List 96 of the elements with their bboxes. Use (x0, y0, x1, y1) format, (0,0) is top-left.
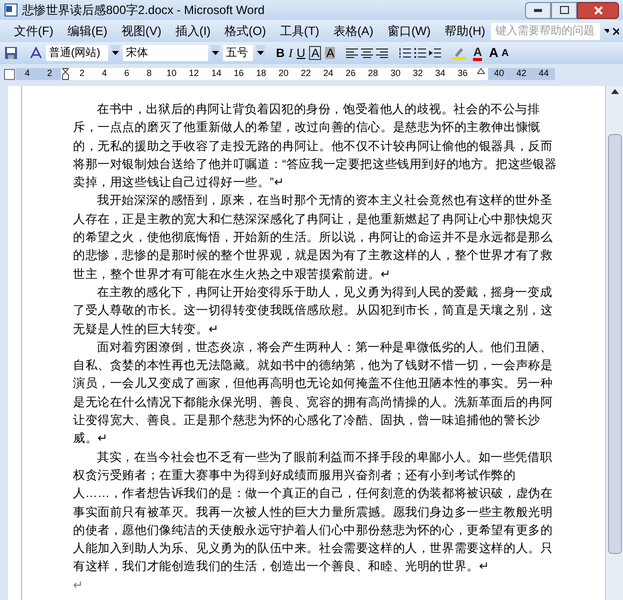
ruler-number: 8 (146, 67, 152, 80)
ruler-number: 30 (390, 67, 400, 80)
indent-marker-icon[interactable] (62, 68, 70, 80)
text-line: 斥，一点点的磨灭了他重新做人的希望，改过向善的信心。是慈悲为怀的主教伸出慷慨 (73, 119, 540, 136)
ruler-number: 28 (368, 67, 378, 80)
text-line: 其实，在当今社会也不乏有一些为了眼前利益而不择手段的卑鄙小人。如一些凭借职 (96, 448, 552, 466)
style-dropdown[interactable]: 普通(网站) (46, 45, 108, 61)
maximize-icon (560, 6, 568, 14)
menu-item[interactable]: 表格(A) (327, 22, 380, 40)
save-icon[interactable] (4, 46, 18, 60)
underline-button[interactable]: U (296, 44, 306, 62)
text-line: 将那一对银制烛台送给了他并叮嘱道：“答应我一定要把这些钱用到好的地方。把这些银器 (73, 156, 557, 173)
ruler-number: 26 (346, 67, 356, 80)
menu-item[interactable]: 文件(F) (8, 22, 60, 40)
ruler-number: 4 (102, 67, 107, 80)
ruler-number: 12 (188, 67, 199, 80)
text-line: 我开始深深的感悟到，原来，在当时那个无情的资本主义社会竟然也有这样的世外圣 (96, 192, 552, 210)
menu-item[interactable]: 帮助(H) (438, 22, 492, 40)
character-border-button[interactable]: A (309, 46, 322, 60)
ruler-number: 22 (300, 67, 311, 80)
paragraph-mark: ↵ (73, 576, 84, 594)
text-line: 人能加入到助人为乐、见义勇为的队伍中来。社会需要这样的人，世界需要这样的人。只 (73, 540, 553, 558)
text-line: 卖掉，用这些钱让自己过得好一些。”↵ (73, 174, 284, 192)
font-color-button[interactable]: A (473, 46, 482, 60)
scroll-up-icon[interactable] (610, 89, 618, 94)
minimize-button[interactable] (525, 2, 551, 18)
tab-selector[interactable] (4, 68, 15, 80)
scroll-thumb[interactable] (608, 134, 622, 554)
menu-item[interactable]: 格式(O) (218, 22, 272, 40)
text-line: 自私、贪婪的本性再也无法隐藏。就如书中的德纳第，他为了钱财不惜一切，一会声称是 (73, 357, 553, 374)
shrink-font-button[interactable]: A (501, 46, 509, 60)
styles-icon[interactable] (29, 46, 43, 60)
text-line: 有这样，我们才能创造我们的生活，创造出一个善良、和睦、光明的世界。↵ (73, 558, 490, 576)
text-line: 是无论在什么情况下都能永保光明、善良、宽容的拥有高尚情操的人。洗新革面后的冉阿 (73, 394, 553, 411)
scrollbar[interactable] (605, 86, 623, 600)
align-left-icon[interactable] (346, 48, 358, 58)
ruler-number: 6 (124, 67, 130, 80)
text-line: 在书中，出狱后的冉阿让背负着囚犯的身份，饱受着他人的歧视。社会的不公与排 (96, 101, 540, 118)
bold-button[interactable]: B (276, 44, 285, 62)
text-line: 在主教的感化下，冉阿让开始变得乐于助人，见义勇为得到人民的爱戴，摇身一变成 (96, 284, 552, 301)
text-line: 的，无私的援助之手收容了走投无路的冉阿让。他不仅不计较冉阿让偷他的银器具，反而 (73, 138, 553, 155)
italic-button[interactable]: I (288, 44, 293, 62)
grow-font-button[interactable]: A (489, 43, 498, 63)
ruler-number: 20 (278, 67, 288, 80)
menu-item[interactable]: 视图(V) (115, 22, 168, 40)
bullet-list-icon[interactable] (414, 48, 426, 58)
word-document-icon (4, 3, 18, 17)
dropdown-arrow-icon (604, 29, 610, 33)
text-line: 面对着穷困潦倒，世态炎凉，将会产生两种人：第一种是卑微低劣的人。他们丑陋、 (96, 338, 552, 356)
window-title: 悲惨世界读后感800字2.docx - Microsoft Word (22, 2, 265, 19)
help-search-field[interactable]: 键入需要帮助的问题 (491, 22, 600, 40)
text-line: 演员，一会儿又变成了画家，但他再高明也无论如何掩盖不住他丑陋本性的事实。另一种 (73, 375, 553, 392)
ruler-number: 18 (256, 67, 266, 80)
font-dropdown[interactable]: 宋体 (123, 45, 208, 61)
ruler-number: 42 (516, 67, 526, 80)
align-center-icon[interactable] (361, 48, 374, 58)
align-right-icon[interactable] (376, 48, 388, 58)
ruler-number: 4 (24, 67, 30, 80)
text-line: 的悲惨，悲惨的是那时候的整个世界观，就是因为有了主教这样的人，整个世界才有了救 (73, 247, 553, 264)
ruler-number: 16 (234, 67, 244, 80)
text-line: 人存在，正是主教的宽大和仁慈深深感化了冉阿让，是他重新燃起了冉阿让心中那快熄灭 (73, 210, 553, 228)
right-indent-marker-icon[interactable] (476, 68, 485, 74)
text-line: 让变得宽大、善良。正是那个慈悲为怀的心感化了冷酷、固执，曾一味追捕他的警长沙 (73, 412, 540, 430)
close-button[interactable] (577, 2, 619, 18)
maximize-button[interactable] (551, 2, 577, 18)
text-line: 无疑是人性的巨大转变。↵ (73, 320, 219, 338)
ruler-number: 14 (211, 67, 222, 80)
text-line: 人……，作者想告诉我们的是：做一个真正的自己，任何刻意的伪装都将被识破，虚伪在 (73, 485, 553, 502)
indent-icon[interactable] (429, 48, 442, 58)
ruler-number: 2 (47, 67, 52, 80)
text-line: 威。↵ (73, 430, 108, 448)
close-icon (594, 6, 602, 14)
ruler-number: 10 (166, 67, 177, 80)
highlight-icon[interactable] (452, 46, 466, 60)
ruler-number: 36 (458, 67, 468, 80)
menu-item[interactable]: 编辑(E) (61, 22, 114, 40)
menu-item[interactable]: 工具(T) (274, 22, 326, 40)
text-line: 了受人尊敬的市长。这一切得转变使我既倍感欣慰。从囚犯到市长，简直是天壤之别，这 (73, 302, 553, 320)
text-line: 的使者，愿他们像纯洁的天使般永远守护着人们心中那份慈悲为怀的心，更希望有更多的 (73, 522, 553, 539)
close-icon[interactable] (613, 28, 619, 34)
minimize-icon (534, 8, 542, 12)
ruler-number: 44 (538, 67, 549, 80)
text-line: 的希望之火，使他彻底悔悟，开始新的生活。所以说，冉阿让的命运并不是永远都是那么 (73, 229, 553, 246)
text-line: 世主，整个世界才有可能在水生火热之中艰苦摸索前进。↵ (73, 266, 391, 283)
ruler-number: 32 (412, 67, 423, 80)
numbered-list-icon[interactable] (399, 48, 412, 58)
ruler-number: 2 (79, 67, 84, 80)
menu-item[interactable]: 插入(I) (169, 22, 217, 40)
text-line: 事实面前只有被革灭。我再一次被人性的巨大力量所震撼。愿我们身边多一些主教般光明 (73, 504, 553, 521)
ruler-number: 40 (494, 67, 504, 80)
text-line: 权贪污受贿者；在重大赛事中为得到好成绩而服用兴奋剂者；还有小到考试作弊的 (73, 466, 516, 484)
menu-item[interactable]: 窗口(W) (381, 22, 437, 40)
font-size-dropdown[interactable]: 五号 (223, 45, 253, 61)
character-shading-button[interactable]: A (325, 47, 336, 59)
ruler-number: 24 (323, 67, 334, 80)
ruler-number: 34 (435, 67, 446, 80)
